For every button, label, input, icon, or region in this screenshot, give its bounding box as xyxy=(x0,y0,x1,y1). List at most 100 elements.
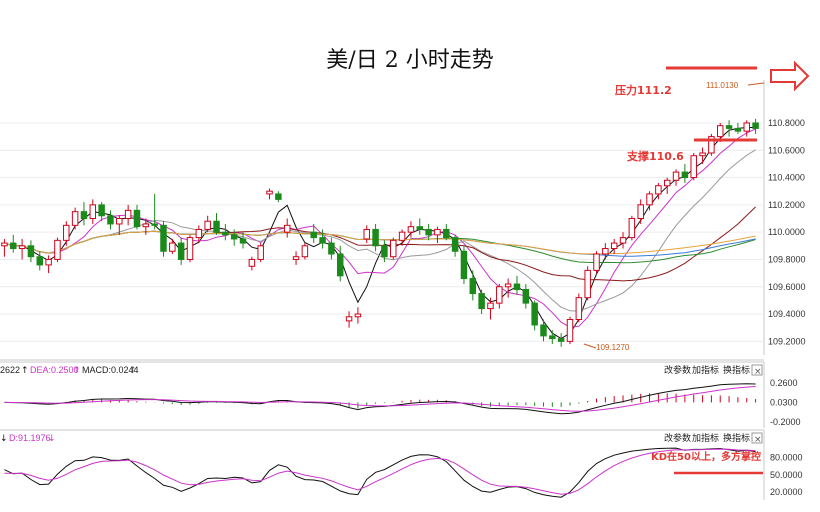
kd-d-arrow-icon: ↓ xyxy=(48,434,56,444)
candle-body xyxy=(522,288,530,304)
kd-y-tick-label: 20.0000 xyxy=(770,487,803,497)
candle-body xyxy=(195,228,203,239)
candle-body xyxy=(160,224,167,252)
kd-switch-indicator-button[interactable]: 换指标 xyxy=(723,432,750,444)
candle-body xyxy=(142,223,150,228)
candle-body xyxy=(301,245,309,258)
high-price-label: 111.0130 xyxy=(706,81,739,90)
kd-add-indicator-button[interactable]: 加指标 xyxy=(692,432,719,444)
candle-body xyxy=(10,242,17,250)
macd-panel: 2622 ↑ DEA:0.2500 ↑ MACD:0.0244 ↑ 改参数 加指… xyxy=(0,361,801,428)
candle-body xyxy=(725,125,733,129)
macd-dif-arrow-icon: ↑ xyxy=(21,366,29,376)
candle-body xyxy=(434,228,441,236)
candle-body xyxy=(63,224,70,241)
macd-dif-line xyxy=(4,383,756,415)
candle-body xyxy=(496,286,503,304)
macd-y-axis: 0.2600 0.0300 -0.2000 xyxy=(770,378,801,427)
y-tick-label: 109.6000 xyxy=(768,282,806,292)
candle-body xyxy=(593,253,600,271)
y-tick-label: 109.2000 xyxy=(768,336,806,346)
y-tick-label: 110.6000 xyxy=(768,145,805,155)
candle-body xyxy=(275,193,282,200)
y-tick-label: 110.0000 xyxy=(768,227,805,237)
candle-body xyxy=(504,283,512,288)
macd-add-indicator-button[interactable]: 加指标 xyxy=(692,364,719,376)
candle-body xyxy=(1,242,8,247)
candle-body xyxy=(222,231,229,236)
candle-body xyxy=(336,253,344,277)
ma-orange-line xyxy=(4,230,756,255)
ma-green-line xyxy=(4,230,756,264)
candle-body xyxy=(628,218,636,239)
macd-arrow-icon: ↑ xyxy=(129,366,137,376)
kd-d-value: D:91.1976 xyxy=(9,433,51,443)
kd-lines xyxy=(4,447,756,498)
candle-body xyxy=(469,278,477,295)
candle-body xyxy=(54,239,61,260)
kd-params-button[interactable]: 改参数 xyxy=(664,432,691,444)
kd-d-line xyxy=(4,448,756,495)
candle-body xyxy=(557,338,565,342)
candle-body xyxy=(133,209,141,228)
macd-dea-value: DEA:0.2500 xyxy=(30,365,79,375)
candle-body xyxy=(18,245,26,250)
macd-params-button[interactable]: 改参数 xyxy=(664,364,691,376)
candle-body xyxy=(107,215,114,225)
candle-body xyxy=(169,242,176,252)
candle-body xyxy=(80,211,88,220)
main-y-axis: 110.8000 110.6000 110.4000 110.2000 110.0000… xyxy=(768,118,806,346)
candle-body xyxy=(672,171,680,181)
kd-k-line xyxy=(4,447,756,498)
candle-body xyxy=(425,228,432,236)
candle-body xyxy=(398,231,406,241)
macd-dif-value: 2622 xyxy=(0,365,20,375)
candle-body xyxy=(610,242,618,250)
candle-body xyxy=(372,228,379,247)
candle-body xyxy=(89,204,97,220)
right-arrow-icon xyxy=(770,60,810,92)
candle-body xyxy=(637,204,644,220)
low-price-pointer xyxy=(583,343,597,349)
candle-body xyxy=(752,122,759,129)
candle-body xyxy=(45,258,52,266)
candle-body xyxy=(292,256,300,260)
resistance-label: 压力111.2 xyxy=(615,83,672,97)
candle-body xyxy=(443,228,450,239)
candle-body xyxy=(124,209,132,219)
candle-body xyxy=(619,237,627,244)
candle-body xyxy=(319,237,326,244)
candle-body xyxy=(407,226,415,233)
high-price-pointer xyxy=(747,82,765,86)
candle-body xyxy=(531,302,538,326)
candle-body xyxy=(540,324,547,337)
candle-body xyxy=(451,237,459,252)
candle-body xyxy=(646,193,653,206)
candle-body xyxy=(177,242,185,260)
low-price-label: 109.1270 xyxy=(596,343,630,352)
chart-svg: 110.8000 110.6000 110.4000 110.2000 110.0000… xyxy=(0,60,810,500)
candle-body xyxy=(71,211,79,226)
candle-body xyxy=(27,245,35,258)
candle-body xyxy=(381,245,388,258)
macd-lines xyxy=(4,383,756,415)
candle-body xyxy=(354,313,362,318)
support-label: 支撑110.6 xyxy=(626,149,684,163)
kd-y-axis: 80.0000 50.0000 20.0000 xyxy=(770,453,803,498)
macd-y-tick-label: 0.0300 xyxy=(770,397,798,407)
candle-body xyxy=(575,297,583,321)
macd-switch-indicator-button[interactable]: 换指标 xyxy=(723,364,750,376)
kd-k-arrow-icon: ↓ xyxy=(0,434,8,444)
kd-note-label: KD在50以上，多方掌控 xyxy=(651,450,761,463)
candle-body xyxy=(363,228,370,240)
candle-body xyxy=(213,220,220,233)
candle-body xyxy=(734,127,742,132)
candle-body xyxy=(584,269,591,299)
macd-y-tick-label: 0.2600 xyxy=(770,378,798,388)
candle-body xyxy=(151,223,158,226)
candle-body xyxy=(566,319,574,342)
macd-dea-arrow-icon: ↑ xyxy=(73,366,81,376)
candle-body xyxy=(248,258,256,267)
y-tick-label: 109.8000 xyxy=(768,254,806,264)
candle-body xyxy=(460,250,468,280)
